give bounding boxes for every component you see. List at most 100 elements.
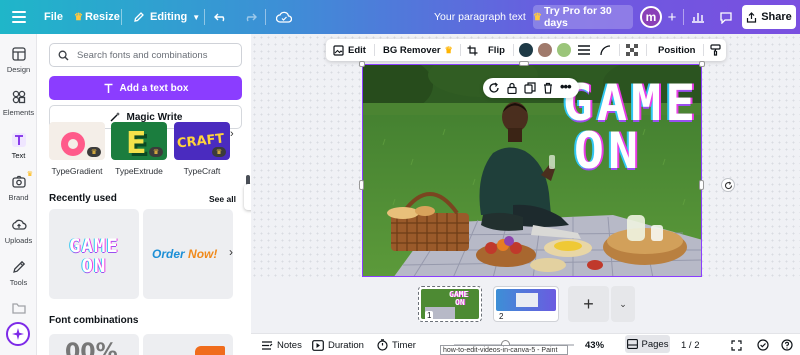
pages-button[interactable]: Pages xyxy=(625,335,670,353)
lock-icon xyxy=(507,82,517,94)
add-page-options[interactable]: ⌄ xyxy=(611,286,635,322)
bg-remover-button[interactable]: BG Remover ♛ xyxy=(383,39,453,61)
rotate-handle[interactable] xyxy=(721,178,735,192)
resize-handle[interactable] xyxy=(519,61,529,66)
page-count[interactable]: 1 / 2 xyxy=(681,334,700,355)
zoom-level[interactable]: 43% xyxy=(585,334,604,355)
rail-item-elements[interactable]: Elements xyxy=(0,89,37,117)
divider xyxy=(513,44,514,56)
avatar[interactable]: m xyxy=(640,6,662,28)
resize-label: Resize xyxy=(84,11,120,23)
divider xyxy=(265,9,266,25)
page-number-2: 2 xyxy=(499,312,504,321)
redo-button[interactable] xyxy=(243,0,257,34)
extrude-letter: E xyxy=(126,126,147,160)
add-collaborator-button[interactable]: + xyxy=(660,5,684,29)
try-pro-button[interactable]: ♛ Try Pro for 30 days xyxy=(533,5,633,29)
resize-button[interactable]: ♛ Resize xyxy=(74,0,120,34)
duration-button[interactable]: Duration xyxy=(312,334,364,355)
fullscreen-icon[interactable] xyxy=(731,334,742,355)
insights-button[interactable] xyxy=(686,5,710,29)
crown-icon: ♛ xyxy=(533,11,542,23)
crop-icon[interactable] xyxy=(467,39,478,61)
add-page-button[interactable]: + xyxy=(568,286,609,322)
style-tile-typegradient[interactable]: ♛ xyxy=(49,122,105,160)
resize-handle[interactable] xyxy=(359,180,364,190)
font-combo-tile[interactable] xyxy=(143,334,233,355)
chevron-right-icon[interactable]: › xyxy=(230,128,234,140)
rail-item-more[interactable] xyxy=(0,302,37,317)
text-panel: Search fonts and combinations Add a text… xyxy=(37,34,251,355)
resize-handle[interactable] xyxy=(699,180,704,190)
edit-label: Edit xyxy=(348,44,366,56)
color-swatch-dark-teal[interactable] xyxy=(519,43,533,57)
see-all-link[interactable]: See all xyxy=(209,194,236,204)
notes-button[interactable]: Notes xyxy=(261,334,302,355)
style-label-typegradient: TypeGradient xyxy=(51,166,103,176)
check-icon[interactable] xyxy=(757,334,769,355)
crown-icon: ♛ xyxy=(149,147,163,157)
left-rail: Design Elements Text ♛ Brand Uploads Too… xyxy=(0,34,37,355)
edit-button[interactable]: Edit xyxy=(333,39,366,61)
rail-item-text[interactable]: Text xyxy=(0,132,37,160)
share-button[interactable]: Share xyxy=(742,5,796,29)
rail-item-uploads[interactable]: Uploads xyxy=(0,217,37,245)
notes-label: Notes xyxy=(277,339,302,351)
style-tile-typecraft[interactable]: CRAFT ♛ xyxy=(174,122,230,160)
page-thumbnail-1[interactable]: GAME ON 1 xyxy=(418,286,482,322)
pages-grid-icon xyxy=(626,339,638,349)
font-combo-tile[interactable]: 00% xyxy=(49,334,139,355)
rail-item-tools[interactable]: Tools xyxy=(0,259,37,287)
rail-item-brand[interactable]: ♛ Brand xyxy=(0,171,37,202)
flip-button[interactable]: Flip xyxy=(488,39,505,61)
chevron-right-icon[interactable]: › xyxy=(229,245,233,259)
position-button[interactable]: Position xyxy=(658,39,695,61)
order-text: Order xyxy=(152,247,185,261)
paint-format-icon[interactable] xyxy=(710,39,721,61)
recent-template-game-on[interactable]: GAME ON xyxy=(49,209,139,299)
shapes-icon xyxy=(12,90,25,104)
resize-handle[interactable] xyxy=(359,61,365,67)
share-icon xyxy=(747,11,757,23)
corner-rounding-icon[interactable] xyxy=(600,39,611,61)
rail-item-design[interactable]: Design xyxy=(0,46,37,74)
resize-handle[interactable] xyxy=(699,61,705,67)
timer-label: Timer xyxy=(392,339,416,351)
search-icon xyxy=(58,50,69,60)
page-number-1: 1 xyxy=(425,311,434,320)
style-tile-typeextrude[interactable]: E ♛ xyxy=(111,122,167,160)
context-toolbar: Edit BG Remover ♛ Flip Position xyxy=(326,39,726,61)
menu-icon[interactable] xyxy=(12,0,26,34)
add-text-box-button[interactable]: Add a text box xyxy=(49,76,242,100)
cloud-save-icon[interactable] xyxy=(276,0,292,34)
headline-on[interactable]: ON xyxy=(541,126,675,176)
share-label: Share xyxy=(761,11,792,23)
top-bar: File ♛ Resize Editing ▼ Your paragraph t… xyxy=(0,0,800,34)
thumbnail-preview xyxy=(496,289,556,311)
thumb-screen xyxy=(516,293,538,307)
more-options-icon[interactable]: ••• xyxy=(560,79,572,94)
editing-dropdown[interactable]: Editing ▼ xyxy=(133,0,200,34)
comments-button[interactable] xyxy=(714,5,738,29)
divider xyxy=(619,44,620,56)
document-title[interactable]: Your paragraph text xyxy=(434,0,526,34)
page-thumbnail-2[interactable]: 2 xyxy=(493,286,559,322)
transparency-icon[interactable] xyxy=(626,39,638,61)
timer-button[interactable]: Timer xyxy=(377,334,416,355)
refresh-icon xyxy=(489,82,499,93)
color-swatch-brown[interactable] xyxy=(538,43,552,57)
recent-template-order-now[interactable]: Order Now! xyxy=(143,209,233,299)
now-text: Now! xyxy=(188,247,218,261)
border-style-icon[interactable] xyxy=(578,39,590,61)
search-input[interactable]: Search fonts and combinations xyxy=(49,43,242,67)
text-t-icon xyxy=(104,83,113,93)
undo-button[interactable] xyxy=(214,0,228,34)
help-icon[interactable] xyxy=(781,334,793,355)
element-floating-toolbar: ••• xyxy=(483,78,579,98)
crown-icon: ♛ xyxy=(26,171,33,178)
rail-label-design: Design xyxy=(6,65,31,74)
chevron-down-icon: ⌄ xyxy=(619,298,627,309)
file-menu[interactable]: File xyxy=(44,0,63,34)
color-swatch-green[interactable] xyxy=(557,43,571,57)
magic-assistant-button[interactable] xyxy=(6,322,30,346)
